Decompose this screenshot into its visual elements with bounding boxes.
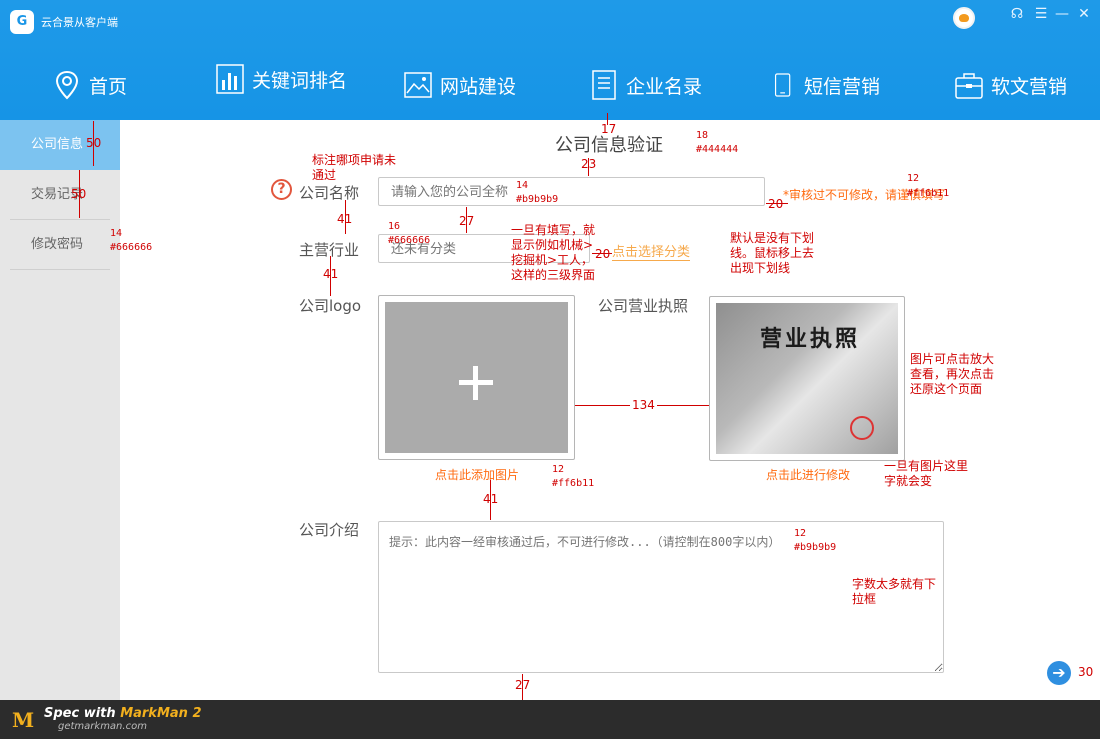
nav-keyword-ranking[interactable]: 关键词排名 [216,54,347,104]
license-image[interactable]: 营业执照 [709,296,905,461]
headset-icon[interactable]: ☊ [1009,6,1025,22]
annotation: 50 [86,136,102,150]
markman-url: getmarkman.com [58,721,147,732]
app-header: G 云合景从客户端 ☊ ☰ — ✕ 首页 关键词排名 网站建设 企业名录 短信营… [0,0,1100,120]
annotation: 27 [459,214,475,228]
phone-icon [774,73,791,97]
annotation: 12 [794,528,807,539]
seal-icon [850,416,874,440]
annotation: #ff6b11 [907,188,950,199]
annotation: 134 [630,398,657,413]
logo-upload-box[interactable] [378,295,575,460]
logo-placeholder [385,302,568,453]
markman-brand: MarkMan 2 [120,706,202,721]
company-name-input[interactable] [378,177,765,206]
annotation: 41 [323,267,339,281]
annotation: 一旦有图片这里 字就会变 [884,459,969,488]
markman-spec: Spec with MarkMan 2 [44,706,202,721]
sidebar-item-company-info[interactable]: 公司信息 [0,120,120,170]
company-name-label: 公司名称 [299,184,360,202]
annotation: 14 [110,228,123,239]
annotation: 一旦有填写，就 显示例如机械> 挖掘机>工人， 这样的三级界面 [511,223,596,282]
menu-icon[interactable]: ☰ [1033,6,1049,22]
annotation: 50 [71,187,87,201]
app-title: 云合景从客户端 [41,16,118,29]
annotation: 12 [907,173,920,184]
markman-logo-icon: M [12,708,35,732]
nav-website-label: 网站建设 [440,75,517,98]
annotation: #666666 [388,235,431,246]
briefcase-icon [955,73,983,99]
nav-sms[interactable]: 短信营销 [774,60,880,110]
annotation: 图片可点击放大 查看，再次点击 还原这个页面 [910,352,995,396]
select-category-link[interactable]: 点击选择分类 [612,241,691,261]
logo-label: 公司logo [299,297,362,315]
license-modify-caption[interactable]: 点击此进行修改 [766,466,850,483]
sidebar: 公司信息 交易记录 修改密码 [0,120,120,700]
location-pin-icon [55,70,79,100]
nav-website[interactable]: 网站建设 [404,60,516,110]
license-photo: 营业执照 [716,303,898,454]
annotation: 18 [696,130,709,141]
app-logo-icon: G [10,10,34,34]
annotation: 41 [483,492,499,506]
nav-article-label: 软文营销 [991,75,1068,98]
nav-article[interactable]: 软文营销 [955,60,1067,110]
annotation: 标注哪项申请未 通过 [312,153,397,182]
annotation: 27 [515,678,531,692]
annotation: 30 [1078,665,1094,679]
annotation: 17 [601,122,617,136]
sidebar-divider [10,269,110,270]
user-avatar[interactable] [953,7,975,29]
annotation: #ff6b11 [552,478,595,489]
markman-footer: M Spec with MarkMan 2 getmarkman.com [0,700,1100,739]
nav-keyword-ranking-label: 关键词排名 [252,69,348,92]
minimize-icon[interactable]: — [1054,6,1070,22]
annotation: #444444 [696,144,739,155]
annotation: #666666 [110,242,153,253]
sidebar-item-change-password[interactable]: 修改密码 [0,220,120,270]
annotation: #b9b9b9 [516,194,559,205]
nav-directory-label: 企业名录 [626,75,703,98]
nav-home[interactable]: 首页 [53,60,127,110]
image-icon [404,72,432,98]
close-icon[interactable]: ✕ [1076,6,1092,22]
annotation: 14 [516,180,529,191]
annotation: 23 [581,157,597,171]
industry-label: 主营行业 [299,241,360,259]
annotation: 默认是没有下划 线。鼠标移上去 出现下划线 [730,231,815,275]
annotation: 16 [388,221,401,232]
annotation: 12 [552,464,565,475]
annotation: #b9b9b9 [794,542,837,553]
annotation: 20 [595,247,611,261]
nav-sms-label: 短信营销 [804,75,881,98]
nav-home-label: 首页 [89,75,128,98]
annotation: 41 [337,212,353,226]
arrow-right-icon[interactable]: ➔ [1047,661,1071,685]
logo-add-caption[interactable]: 点击此添加图片 [435,466,519,483]
bar-chart-icon [216,64,244,94]
sidebar-item-transactions[interactable]: 交易记录 [0,170,120,220]
license-title: 营业执照 [760,326,861,352]
license-label: 公司营业执照 [598,297,689,315]
nav-directory[interactable]: 企业名录 [590,60,702,110]
annotation: 字数太多就有下 拉框 [852,577,937,606]
question-icon[interactable]: ? [271,179,292,200]
markman-spec-prefix: Spec with [44,706,121,721]
annotation: 20 [768,197,784,211]
intro-label: 公司介绍 [299,521,360,539]
book-icon [592,70,616,100]
